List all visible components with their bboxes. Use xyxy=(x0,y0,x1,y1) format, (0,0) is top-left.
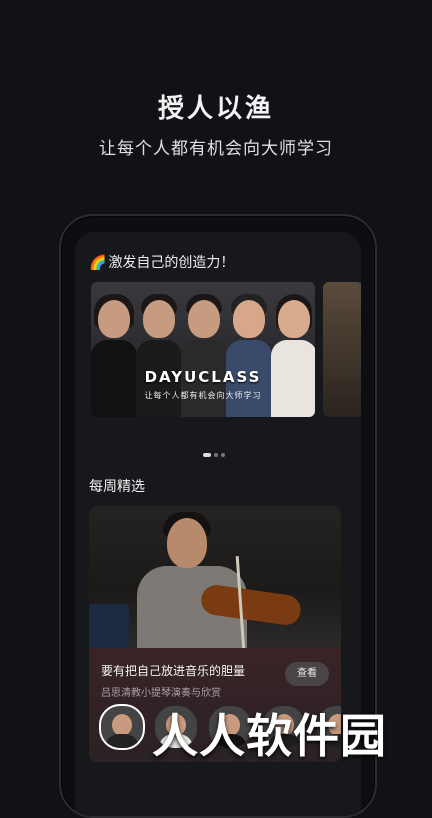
view-course-button[interactable]: 查看 xyxy=(285,662,329,686)
banner-brand: DAYUCLASS xyxy=(144,368,262,386)
weekly-picks-title: 每周精选 xyxy=(89,479,145,495)
course-teacher: 吕思清教小提琴演奏与欣赏 xyxy=(101,688,221,699)
promo-subtitle: 让每个人都有机会向大师学习 xyxy=(99,139,333,159)
promo-title: 授人以渔 xyxy=(157,94,274,124)
carousel-dot xyxy=(221,453,225,457)
watermark: 人人软件园 xyxy=(152,709,387,763)
carousel-indicator xyxy=(203,442,228,461)
banner-heading: 🌈 激发自己的创造力！ xyxy=(89,252,234,272)
banner-brand-tagline: 让每个人都有机会向大师学习 xyxy=(144,391,262,400)
rainbow-icon: 🌈 xyxy=(89,255,107,271)
banner-heading-text: 激发自己的创造力！ xyxy=(108,255,235,271)
carousel-dot xyxy=(214,453,218,457)
carousel-dot-active xyxy=(203,453,211,457)
banner-slide[interactable]: DAYUCLASS 让每个人都有机会向大师学习 xyxy=(91,282,315,417)
teacher-avatar[interactable] xyxy=(99,704,145,750)
course-title: 要有把自己放进音乐的胆量 xyxy=(101,664,246,678)
banner-carousel[interactable]: DAYUCLASS 让每个人都有机会向大师学习 xyxy=(91,282,361,417)
banner-slide-next[interactable] xyxy=(323,282,361,417)
course-cover-image xyxy=(89,506,341,656)
